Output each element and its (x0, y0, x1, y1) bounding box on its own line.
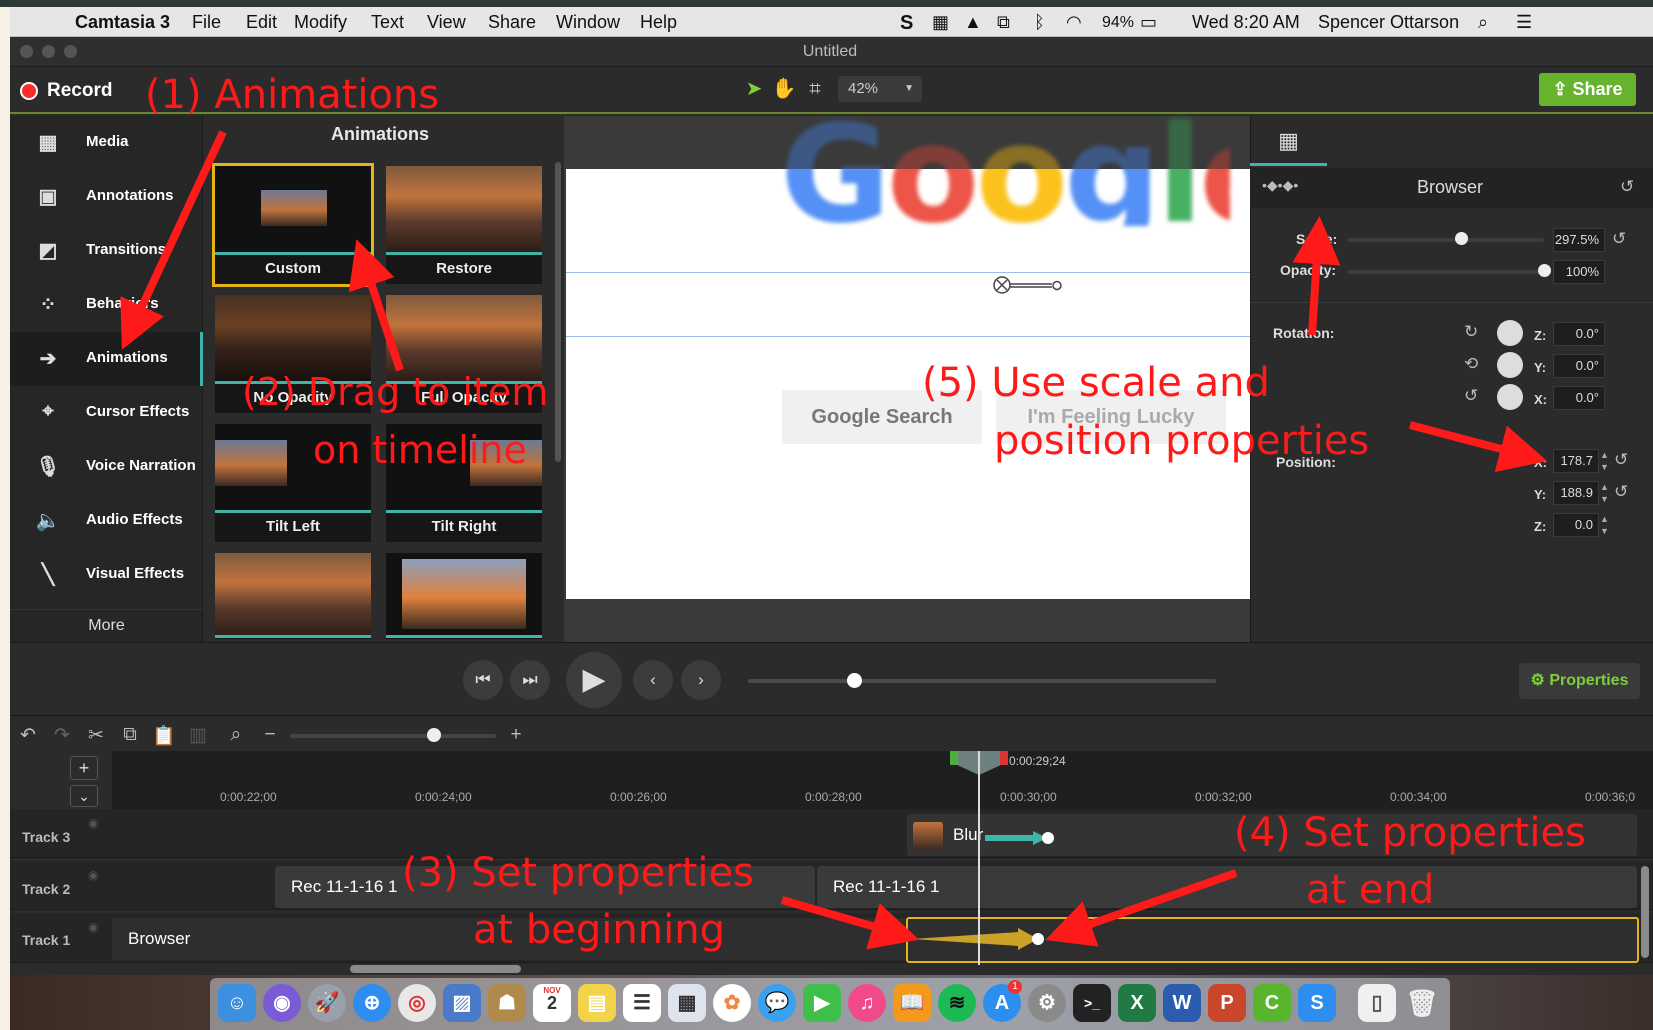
annotation-2-line2: on timeline (313, 428, 527, 472)
annotation-2-line1: (2) Drag to item (242, 370, 549, 414)
annotation-3-line2: at beginning (473, 907, 725, 953)
annotation-5-line2: position properties (994, 418, 1370, 464)
arrow-to-clip-end (1045, 869, 1238, 947)
annotation-4-line2: at end (1306, 867, 1435, 913)
arrow-to-scale (1292, 216, 1341, 336)
annotation-5-line1: (5) Use scale and (922, 360, 1270, 406)
arrow-to-custom (348, 239, 404, 372)
annotation-1: (1) Animations (145, 72, 440, 118)
arrow-to-position (1408, 421, 1548, 473)
arrow-to-clip-start (780, 896, 920, 950)
arrow-to-animations (120, 130, 227, 350)
annotation-4-line1: (4) Set properties (1234, 810, 1586, 856)
annotation-3-line1: (3) Set properties (402, 850, 754, 896)
